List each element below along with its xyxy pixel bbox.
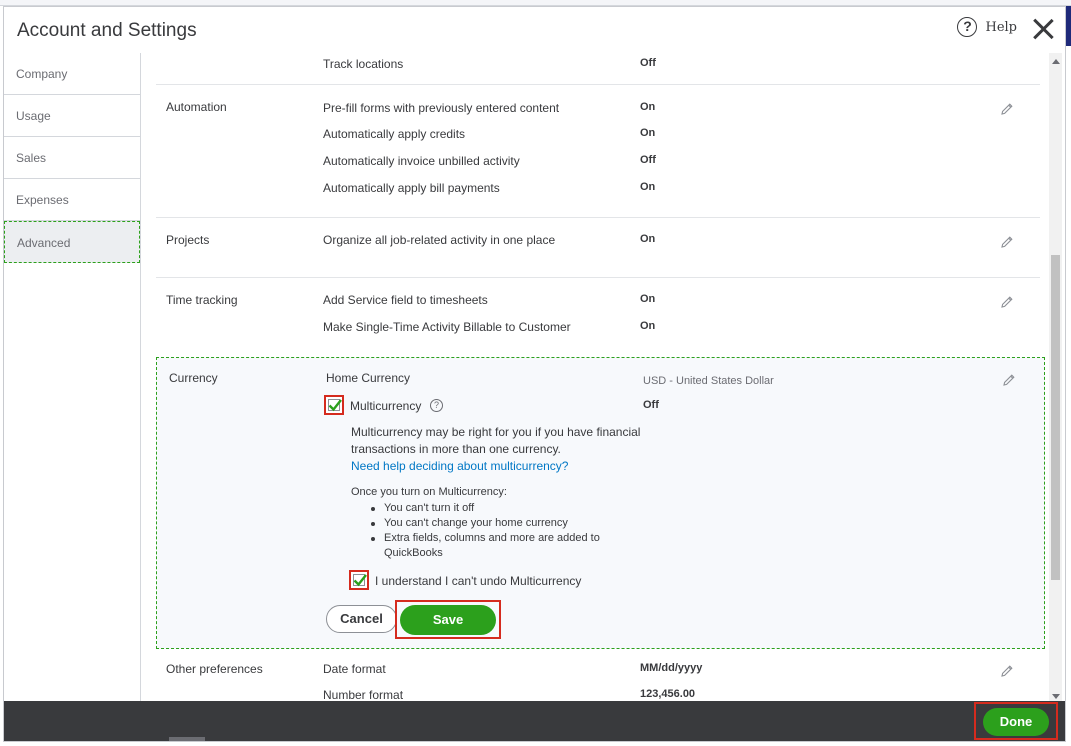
sidebar-item-usage[interactable]: Usage — [4, 95, 140, 137]
multicurrency-info-text: Multicurrency may be right for you if yo… — [351, 425, 641, 456]
date-format-label: Date format — [323, 662, 386, 676]
automation-row-value: Off — [640, 154, 656, 166]
help-icon: ? — [957, 17, 978, 37]
projects-row-label: Organize all job-related activity in one… — [323, 233, 556, 247]
projects-title: Projects — [166, 233, 210, 247]
window-accent-bar — [1066, 6, 1071, 46]
time-tracking-title: Time tracking — [166, 293, 238, 307]
other-preferences-title: Other preferences — [166, 662, 263, 676]
automation-row-label: Automatically apply bill payments — [323, 181, 500, 195]
currency-title: Currency — [169, 371, 218, 385]
automation-row-label: Pre-fill forms with previously entered c… — [323, 101, 560, 115]
page-title: Account and Settings — [17, 20, 197, 41]
pencil-icon[interactable] — [999, 101, 1015, 117]
checkmark-icon — [353, 574, 367, 587]
sidebar-item-advanced[interactable]: Advanced — [4, 221, 140, 263]
number-format-label: Number format — [323, 688, 404, 702]
sidebar-item-expenses[interactable]: Expenses — [4, 179, 140, 221]
settings-sidebar: Company Usage Sales Expenses Advanced — [4, 53, 141, 703]
automation-row-label: Automatically apply credits — [323, 127, 466, 141]
list-item: You can't turn it off — [351, 501, 621, 516]
vertical-scrollbar[interactable] — [1049, 53, 1062, 703]
once-turn-on-text: Once you turn on Multicurrency: — [351, 486, 507, 498]
pencil-icon[interactable] — [999, 234, 1015, 250]
time-tracking-section[interactable]: Time tracking Add Service field to times… — [156, 278, 1040, 356]
track-locations-value: Off — [640, 57, 656, 69]
home-currency-label: Home Currency — [326, 371, 411, 385]
multicurrency-value: Off — [643, 399, 659, 411]
time-tracking-row-label: Make Single-Time Activity Billable to Cu… — [323, 320, 571, 334]
account-settings-window: Account and Settings ? Help Company Usag… — [3, 6, 1066, 742]
automation-title: Automation — [166, 100, 227, 114]
understand-checkbox[interactable] — [349, 570, 369, 590]
scroll-up-arrow-icon[interactable] — [1052, 59, 1060, 64]
question-mark-icon[interactable]: ? — [430, 399, 443, 412]
sidebar-item-sales[interactable]: Sales — [4, 137, 140, 179]
multicurrency-checkbox[interactable] — [324, 395, 344, 415]
track-locations-label: Track locations — [323, 57, 404, 71]
list-item: You can't change your home currency — [351, 516, 621, 531]
help-label: Help — [985, 19, 1017, 35]
date-format-value: MM/dd/yyyy — [640, 662, 703, 674]
list-item: Extra fields, columns and more are added… — [351, 531, 601, 561]
multicurrency-help-link[interactable]: Need help deciding about multicurrency? — [351, 459, 568, 473]
scroll-thumb[interactable] — [1051, 255, 1060, 580]
scroll-down-arrow-icon[interactable] — [1052, 694, 1060, 699]
time-tracking-row-value: On — [640, 293, 656, 305]
automation-row-value: On — [640, 127, 656, 139]
home-currency-value: USD - United States Dollar — [643, 375, 774, 387]
close-icon[interactable] — [1031, 17, 1055, 41]
automation-section[interactable]: Automation Pre-fill forms with previousl… — [156, 85, 1040, 218]
multicurrency-label: Multicurrency — [350, 399, 422, 413]
currency-section: Currency Home Currency USD - United Stat… — [156, 357, 1045, 649]
understand-label: I understand I can't undo Multicurrency — [375, 574, 582, 588]
automation-row-label: Automatically invoice unbilled activity — [323, 154, 520, 168]
pencil-icon[interactable] — [999, 294, 1015, 310]
automation-row-value: On — [640, 101, 656, 113]
settings-content: Track locations Off Automation Pre-fill … — [144, 53, 1049, 703]
pencil-icon[interactable] — [1001, 372, 1017, 388]
window-header: Account and Settings ? Help — [4, 7, 1065, 53]
time-tracking-row-value: On — [640, 320, 656, 332]
window-footer: Done — [4, 701, 1065, 741]
other-preferences-section[interactable]: Other preferences Date format MM/dd/yyyy… — [156, 649, 1040, 703]
help-button[interactable]: ? Help — [957, 17, 1017, 37]
checkmark-icon — [328, 399, 342, 412]
number-format-value: 123,456.00 — [640, 688, 696, 700]
pencil-icon[interactable] — [999, 663, 1015, 679]
done-button[interactable]: Done — [983, 708, 1049, 736]
sidebar-item-company[interactable]: Company — [4, 53, 140, 95]
cancel-button[interactable]: Cancel — [326, 605, 397, 633]
time-tracking-row-label: Add Service field to timesheets — [323, 293, 488, 307]
track-locations-row: Track locations Off — [156, 53, 1040, 85]
projects-row-value: On — [640, 233, 656, 245]
automation-row-value: On — [640, 181, 656, 193]
consequences-list: You can't turn it off You can't change y… — [351, 501, 621, 561]
footer-handle — [169, 737, 205, 741]
projects-section[interactable]: Projects Organize all job-related activi… — [156, 218, 1040, 278]
save-button[interactable]: Save — [400, 605, 496, 635]
